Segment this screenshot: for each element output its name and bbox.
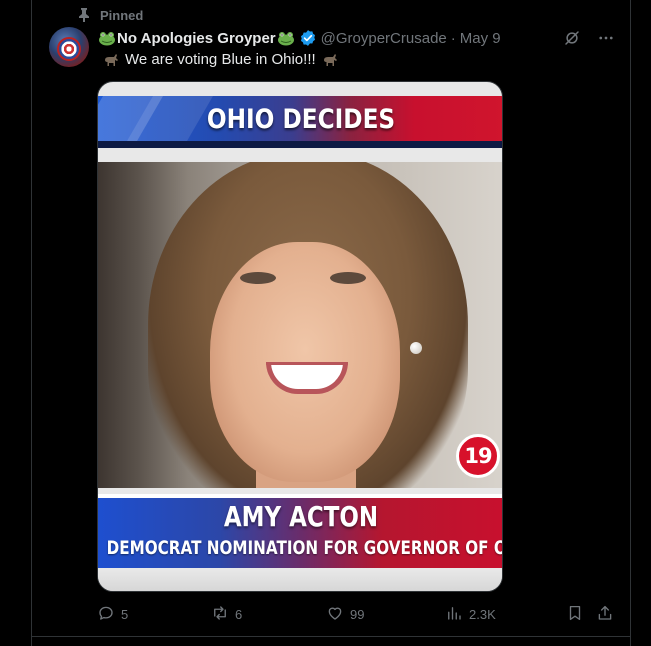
bookmark-icon bbox=[566, 604, 584, 625]
media-subtitle: DEMOCRAT NOMINATION FOR GOVERNOR OF OHIO bbox=[106, 537, 503, 559]
reply-icon bbox=[97, 604, 115, 625]
display-name-text: No Apologies Groyper bbox=[117, 29, 276, 47]
more-icon[interactable] bbox=[596, 28, 616, 48]
display-name[interactable]: No Apologies Groyper bbox=[97, 29, 317, 47]
tweet-actions: 5 6 99 2.3K bbox=[97, 604, 617, 626]
grok-icon[interactable] bbox=[562, 28, 582, 48]
donkey-emoji bbox=[322, 53, 338, 67]
verified-icon[interactable] bbox=[299, 29, 317, 47]
bookmark-button[interactable] bbox=[566, 604, 584, 625]
like-count: 99 bbox=[350, 607, 365, 622]
like-icon bbox=[326, 604, 344, 625]
avatar[interactable] bbox=[49, 27, 89, 67]
reply-button[interactable]: 5 bbox=[97, 604, 128, 625]
frog-emoji bbox=[277, 31, 295, 46]
repost-button[interactable]: 6 bbox=[211, 604, 242, 625]
repost-count: 6 bbox=[235, 607, 243, 622]
tweet-text-content: We are voting Blue in Ohio!!! bbox=[125, 51, 316, 68]
pin-icon bbox=[76, 7, 92, 23]
tweet-date[interactable]: May 9 bbox=[460, 30, 501, 47]
media-banner-top: OHIO DECIDES bbox=[98, 96, 502, 148]
pinned-label: Pinned bbox=[100, 7, 144, 23]
like-button[interactable]: 99 bbox=[326, 604, 364, 625]
share-icon bbox=[596, 604, 614, 625]
repost-icon bbox=[211, 604, 229, 625]
header-actions bbox=[562, 28, 616, 48]
user-handle[interactable]: @GroyperCrusade bbox=[321, 30, 447, 47]
separator-dot: · bbox=[450, 29, 456, 47]
reply-count: 5 bbox=[121, 607, 129, 622]
views-icon bbox=[445, 604, 463, 625]
media-banner-bottom: AMY ACTON DEMOCRAT NOMINATION FOR GOVERN… bbox=[98, 494, 503, 568]
timeline-column: Pinned No Apologies Groyper @GroyperCrus… bbox=[31, 0, 631, 646]
media-banner-title: OHIO DECIDES bbox=[206, 104, 396, 135]
channel-19-badge: 19 bbox=[456, 434, 500, 478]
tweet-divider bbox=[32, 636, 630, 637]
tweet-text: We are voting Blue in Ohio!!! bbox=[97, 51, 344, 68]
donkey-emoji bbox=[103, 53, 119, 67]
share-button[interactable] bbox=[596, 604, 614, 625]
frog-emoji bbox=[98, 31, 116, 46]
tweet-header: No Apologies Groyper @GroyperCrusade · M… bbox=[97, 28, 616, 48]
pinned-indicator: Pinned bbox=[76, 7, 143, 23]
tweet-media-image[interactable]: OHIO DECIDES 19 AMY ACTON DEMOCRAT NOMIN… bbox=[97, 81, 503, 592]
views-button[interactable]: 2.3K bbox=[445, 604, 496, 625]
portrait-photo bbox=[98, 162, 502, 488]
views-count: 2.3K bbox=[469, 607, 496, 622]
media-name: AMY ACTON bbox=[223, 500, 379, 533]
